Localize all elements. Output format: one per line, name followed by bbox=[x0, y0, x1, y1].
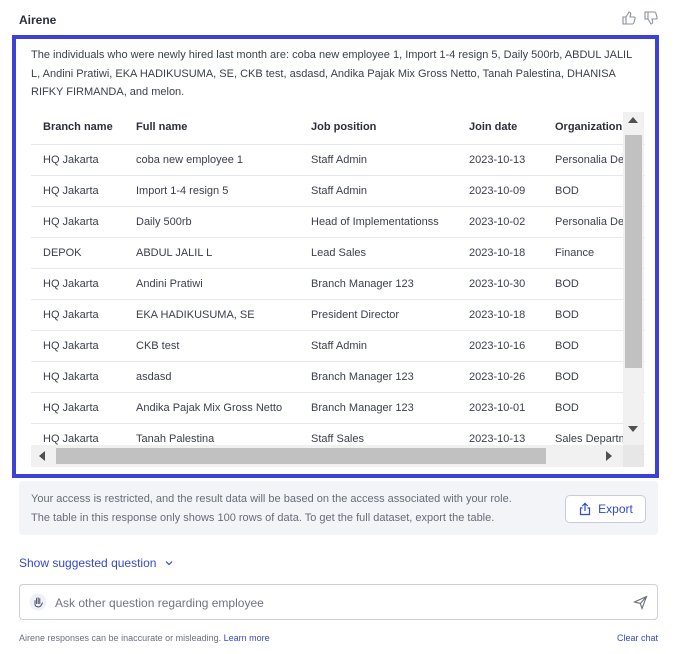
table-cell: DEPOK bbox=[31, 237, 124, 269]
vertical-scroll-thumb[interactable] bbox=[625, 135, 642, 368]
table-row: HQ Jakarta Daily 500rb Head of Implementat… bbox=[31, 206, 645, 238]
table-row: HQ Jakarta Andini Pratiwi Branch Manager 1… bbox=[31, 268, 645, 300]
access-notice: Your access is restricted, and the resul… bbox=[19, 481, 658, 535]
suggest-label: Show suggested question bbox=[19, 556, 157, 570]
scroll-down-icon[interactable] bbox=[628, 426, 638, 432]
table-cell: 2023-10-01 bbox=[457, 392, 543, 424]
table-cell: Branch Manager 123 bbox=[299, 361, 457, 393]
table-cell: CKB test bbox=[124, 330, 299, 362]
table-cell: Lead Sales bbox=[299, 237, 457, 269]
scroll-left-icon[interactable] bbox=[39, 451, 45, 461]
column-header[interactable]: Full name bbox=[124, 111, 299, 145]
column-header[interactable]: Branch name bbox=[31, 111, 124, 145]
notice-line: Your access is restricted, and the resul… bbox=[31, 493, 512, 505]
table-cell: coba new employee 1 bbox=[124, 144, 299, 176]
table-cell: 2023-10-09 bbox=[457, 175, 543, 207]
results-table: Branch name Full name Job position Join … bbox=[31, 111, 645, 455]
table-row: HQ Jakarta coba new employee 1 Staff Admin… bbox=[31, 144, 645, 176]
column-header[interactable]: Join date bbox=[457, 111, 543, 145]
horizontal-scroll-thumb[interactable] bbox=[56, 448, 546, 464]
table-cell: HQ Jakarta bbox=[31, 268, 124, 300]
table-cell: EKA HADIKUSUMA, SE bbox=[124, 299, 299, 331]
learn-more-link[interactable]: Learn more bbox=[224, 633, 270, 643]
export-icon bbox=[580, 502, 591, 516]
notice-text: Your access is restricted, and the resul… bbox=[31, 490, 551, 528]
thumbs-down-icon[interactable] bbox=[643, 10, 659, 26]
table-row: HQ Jakarta Andika Pajak Mix Gross Netto Br… bbox=[31, 392, 645, 424]
results-table-container: Branch name Full name Job position Join … bbox=[31, 111, 645, 468]
notice-line: The table in this response only shows 10… bbox=[31, 512, 495, 524]
hand-wave-icon bbox=[29, 593, 47, 611]
thumbs-up-icon[interactable] bbox=[621, 10, 637, 26]
assistant-name: Airene bbox=[19, 13, 57, 27]
table-cell: 2023-10-30 bbox=[457, 268, 543, 300]
table-cell: HQ Jakarta bbox=[31, 361, 124, 393]
table-cell: Staff Admin bbox=[299, 330, 457, 362]
table-row: HQ Jakarta asdasd Branch Manager 123 2023-1… bbox=[31, 361, 645, 393]
export-button[interactable]: Export bbox=[565, 495, 646, 523]
table-cell: HQ Jakarta bbox=[31, 175, 124, 207]
table-cell: 2023-10-26 bbox=[457, 361, 543, 393]
horizontal-scrollbar[interactable] bbox=[31, 445, 623, 467]
scroll-up-icon[interactable] bbox=[628, 117, 638, 123]
table-cell: HQ Jakarta bbox=[31, 330, 124, 362]
table-cell: HQ Jakarta bbox=[31, 206, 124, 238]
table-cell: 2023-10-18 bbox=[457, 299, 543, 331]
vertical-scrollbar[interactable] bbox=[623, 112, 644, 467]
table-cell: 2023-10-18 bbox=[457, 237, 543, 269]
disclaimer-text: Airene responses can be inaccurate or mi… bbox=[19, 633, 222, 643]
table-cell: Staff Admin bbox=[299, 144, 457, 176]
table-cell: Andika Pajak Mix Gross Netto bbox=[124, 392, 299, 424]
table-cell: Staff Admin bbox=[299, 175, 457, 207]
table-cell: Daily 500rb bbox=[124, 206, 299, 238]
table-cell: President Director bbox=[299, 299, 457, 331]
table-cell: 2023-10-13 bbox=[457, 144, 543, 176]
table-cell: HQ Jakarta bbox=[31, 392, 124, 424]
table-cell: Branch Manager 123 bbox=[299, 392, 457, 424]
table-cell: 2023-10-16 bbox=[457, 330, 543, 362]
table-cell: Branch Manager 123 bbox=[299, 268, 457, 300]
response-summary: The individuals who were newly hired las… bbox=[31, 49, 632, 98]
table-cell: Import 1-4 resign 5 bbox=[124, 175, 299, 207]
feedback-group bbox=[621, 10, 659, 26]
table-row: HQ Jakarta Import 1-4 resign 5 Staff Admin… bbox=[31, 175, 645, 207]
table-cell: Head of Implementationss bbox=[299, 206, 457, 238]
export-label: Export bbox=[598, 502, 633, 516]
table-cell: Andini Pratiwi bbox=[124, 268, 299, 300]
footer: Airene responses can be inaccurate or mi… bbox=[19, 633, 658, 643]
scroll-right-icon[interactable] bbox=[606, 451, 612, 461]
table-row: HQ Jakarta CKB test Staff Admin 2023-10-16 B… bbox=[31, 330, 645, 362]
scrollbar-corner bbox=[623, 445, 644, 467]
table-cell: 2023-10-02 bbox=[457, 206, 543, 238]
send-icon[interactable] bbox=[633, 595, 648, 610]
table-row: DEPOK ABDUL JALIL L Lead Sales 2023-10-18 Fi… bbox=[31, 237, 645, 269]
question-input-box bbox=[19, 584, 658, 620]
assistant-response: The individuals who were newly hired las… bbox=[12, 35, 659, 478]
table-cell: asdasd bbox=[124, 361, 299, 393]
chevron-down-icon bbox=[166, 561, 173, 566]
table-header-row: Branch name Full name Job position Join … bbox=[31, 111, 645, 145]
table-row: HQ Jakarta EKA HADIKUSUMA, SE President Di… bbox=[31, 299, 645, 331]
question-input[interactable] bbox=[55, 594, 615, 612]
show-suggested-question-toggle[interactable]: Show suggested question bbox=[19, 556, 174, 570]
table-cell: ABDUL JALIL L bbox=[124, 237, 299, 269]
clear-chat-link[interactable]: Clear chat bbox=[617, 633, 658, 643]
table-cell: HQ Jakarta bbox=[31, 299, 124, 331]
chat-header: Airene bbox=[19, 11, 659, 29]
column-header[interactable]: Job position bbox=[299, 111, 457, 145]
table-cell: HQ Jakarta bbox=[31, 144, 124, 176]
